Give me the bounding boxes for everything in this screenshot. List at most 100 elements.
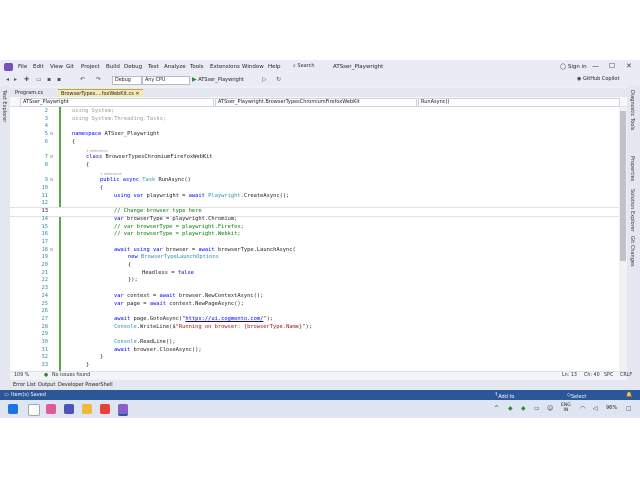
issues-status[interactable]: No issues found	[52, 373, 90, 378]
code-line[interactable]: 30 Console.ReadLine();	[10, 339, 620, 347]
visual-studio-taskbar-icon[interactable]	[118, 404, 128, 416]
code-line[interactable]: 14 var browserType = playwright.Chromium;	[10, 216, 620, 224]
battery-indicator[interactable]: 96%	[606, 405, 617, 411]
github-copilot-button[interactable]: ◉ GitHub Copilot	[577, 76, 619, 82]
code-line[interactable]: 5 ⊟ namespace ATSser_Playwright	[10, 131, 620, 139]
code-line[interactable]: 3 using System.Threading.Tasks;	[10, 116, 620, 124]
save-all-icon[interactable]: ▪	[57, 76, 61, 83]
code-line[interactable]: 29	[10, 331, 620, 339]
code-line[interactable]: 12	[10, 200, 620, 208]
code-line[interactable]: 26	[10, 308, 620, 316]
save-icon[interactable]: ▪	[47, 76, 51, 83]
code-line[interactable]: 19 new BrowserTypeLaunchOptions	[10, 254, 620, 262]
back-icon[interactable]: ◂	[6, 76, 9, 83]
code-line[interactable]: 9 ⊟ public async Task RunAsync()	[10, 177, 620, 185]
sign-in-button[interactable]: ◯ Sign in	[560, 64, 587, 70]
undo-icon[interactable]: ↶	[80, 76, 85, 83]
chevron-up-icon[interactable]: ^	[494, 405, 499, 412]
test-explorer-tab[interactable]: Test Explorer	[1, 90, 7, 122]
code-line[interactable]: 2 using System;	[10, 108, 620, 116]
code-line[interactable]: 22});	[10, 277, 620, 285]
people-icon[interactable]: ☺	[547, 405, 553, 412]
menu-view[interactable]: View	[50, 64, 63, 70]
platform-dropdown[interactable]: Any CPU	[142, 76, 190, 85]
code-line[interactable]: 16 // var browserType = playwright.Webkit…	[10, 231, 620, 239]
menu-edit[interactable]: Edit	[33, 64, 44, 70]
code-line[interactable]: 1 reference	[10, 170, 620, 178]
tray-app-icon[interactable]: ◆	[521, 405, 526, 412]
code-line[interactable]: 1 reference	[10, 147, 620, 155]
refresh-icon[interactable]: ↻	[276, 76, 281, 83]
select-repository[interactable]: ◇ Select Repository	[567, 392, 597, 406]
menu-tools[interactable]: Tools	[190, 64, 204, 70]
collapse-icon[interactable]: ⊟	[50, 154, 53, 162]
properties-tab[interactable]: Properties	[629, 156, 635, 181]
code-line[interactable]: 10 {	[10, 185, 620, 193]
search-icon[interactable]	[28, 404, 40, 416]
volume-icon[interactable]: ◁	[593, 405, 598, 412]
tab-error-list[interactable]: Error List	[13, 382, 36, 388]
code-line[interactable]: 18 ⊟ await using var browser = await brows…	[10, 247, 620, 255]
forward-icon[interactable]: ▸	[14, 76, 17, 83]
scroll-thumb[interactable]	[620, 111, 626, 261]
redo-icon[interactable]: ↷	[96, 76, 101, 83]
codelens-reference[interactable]: 1 reference	[100, 170, 122, 178]
git-changes-tab[interactable]: Git Changes	[629, 236, 635, 267]
start-without-debugging-icon[interactable]: ▷	[262, 76, 267, 83]
menu-test[interactable]: Test	[148, 64, 159, 70]
open-folder-icon[interactable]: ▭	[36, 76, 42, 83]
tab-developer-powershell[interactable]: Developer PowerShell	[58, 382, 113, 388]
collapse-icon[interactable]: ⊟	[50, 247, 53, 255]
code-line[interactable]: 20 {	[10, 262, 620, 270]
menu-help[interactable]: Help	[268, 64, 281, 70]
code-line[interactable]: 23	[10, 285, 620, 293]
menu-git[interactable]: Git	[66, 64, 74, 70]
meet-now-icon[interactable]: ▭	[534, 405, 540, 412]
teams-icon[interactable]	[64, 404, 74, 414]
new-item-icon[interactable]: ✚	[24, 76, 29, 83]
menu-file[interactable]: File	[18, 64, 27, 70]
tab-program-cs[interactable]: Program.cs	[12, 89, 46, 97]
start-icon[interactable]	[8, 404, 18, 414]
menu-project[interactable]: Project	[81, 64, 100, 70]
notification-center-icon[interactable]: ▢	[626, 405, 632, 412]
add-to-source-control[interactable]: ↑ Add to Source Control	[494, 392, 516, 412]
code-line[interactable]: 11 using var playwright = await Playwrigh…	[10, 193, 620, 201]
configuration-dropdown[interactable]: Debug	[112, 76, 142, 85]
search-box[interactable]: ⌕ Search	[293, 63, 321, 71]
code-editor[interactable]: 2 using System; 3 using System.Threading.Ta…	[10, 107, 627, 371]
code-line[interactable]: 7 ⊟ class BrowserTypesChromiumFirefoxWebKi…	[10, 154, 620, 162]
diagnostic-tools-tab[interactable]: Diagnostic Tools	[629, 90, 635, 130]
vertical-scrollbar[interactable]	[619, 107, 627, 371]
chrome-icon[interactable]	[100, 404, 110, 414]
project-dropdown[interactable]: ATSser_Playwright	[20, 98, 214, 107]
code-line[interactable]: 28 Console.WriteLine($"Running on browser…	[10, 324, 620, 332]
code-line[interactable]: 27 await page.GotoAsync("https://ui.cogme…	[10, 316, 620, 324]
copilot-app-icon[interactable]	[46, 404, 56, 414]
tray-app-icon[interactable]: ◆	[508, 405, 513, 412]
code-line[interactable]: 31 await browser.CloseAsync();	[10, 347, 620, 355]
run-button[interactable]: ▶ ATSser_Playwright	[192, 76, 244, 83]
collapse-icon[interactable]: ⊟	[50, 131, 53, 139]
class-dropdown[interactable]: ATSser_Playwright.BrowserTypesChromiumFi…	[215, 98, 417, 107]
file-explorer-icon[interactable]	[82, 404, 92, 414]
code-line[interactable]: 8{	[10, 162, 620, 170]
menu-debug[interactable]: Debug	[124, 64, 142, 70]
maximize-button[interactable]: ☐	[609, 62, 615, 70]
codelens-reference[interactable]: 1 reference	[86, 147, 108, 155]
member-dropdown[interactable]: RunAsync()	[418, 98, 620, 107]
menu-window[interactable]: Window	[242, 64, 264, 70]
close-button[interactable]: ✕	[626, 62, 632, 70]
zoom-level[interactable]: 109 %	[14, 373, 29, 378]
menu-extensions[interactable]: Extensions	[210, 64, 240, 70]
menu-analyze[interactable]: Analyze	[164, 64, 186, 70]
solution-explorer-tab[interactable]: Solution Explorer	[629, 189, 635, 232]
code-line[interactable]: 24 var context = await browser.NewContext…	[10, 293, 620, 301]
wifi-icon[interactable]: ◠	[580, 405, 585, 412]
code-line[interactable]: 25 var page = await context.NewPageAsync(…	[10, 301, 620, 309]
language-indicator[interactable]: ENG IN	[561, 403, 571, 413]
collapse-icon[interactable]: ⊟	[50, 177, 53, 185]
code-line[interactable]: 32}	[10, 354, 620, 362]
code-line[interactable]: 17	[10, 239, 620, 247]
tab-output[interactable]: Output	[38, 382, 55, 388]
